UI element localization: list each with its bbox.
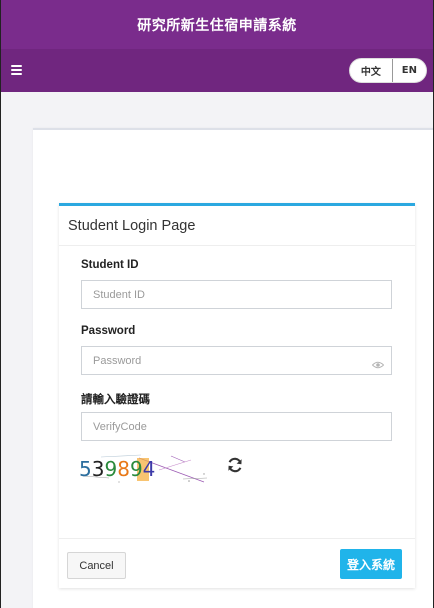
login-card-title: Student Login Page — [59, 206, 415, 246]
password-label: Password — [81, 325, 136, 337]
app-window: 研究所新生住宿申請系統 中文 EN Student Login Page Stu… — [0, 0, 434, 608]
login-button[interactable]: 登入系統 — [340, 549, 402, 579]
language-switch: 中文 EN — [349, 58, 427, 83]
login-card: Student Login Page Student ID Password 請… — [59, 203, 415, 588]
password-input[interactable] — [81, 346, 392, 375]
verify-code-label: 請輸入驗證碼 — [81, 394, 150, 406]
lang-zh-button[interactable]: 中文 — [350, 59, 392, 82]
cancel-button[interactable]: Cancel — [67, 552, 126, 579]
lang-en-button[interactable]: EN — [391, 59, 426, 82]
login-card-footer: Cancel 登入系統 — [59, 538, 415, 588]
verify-code-input[interactable] — [81, 412, 392, 441]
captcha-text: 539894 — [79, 457, 155, 481]
top-navbar: 中文 EN — [1, 49, 433, 92]
hamburger-icon[interactable] — [11, 65, 22, 75]
captcha-image: 539894 — [79, 454, 208, 483]
student-id-label: Student ID — [81, 259, 139, 271]
page-title: 研究所新生住宿申請系統 — [1, 0, 433, 49]
student-id-input[interactable] — [81, 280, 392, 309]
content-header-strip — [1, 92, 433, 128]
eye-icon[interactable] — [372, 361, 384, 369]
refresh-icon[interactable] — [227, 457, 243, 473]
